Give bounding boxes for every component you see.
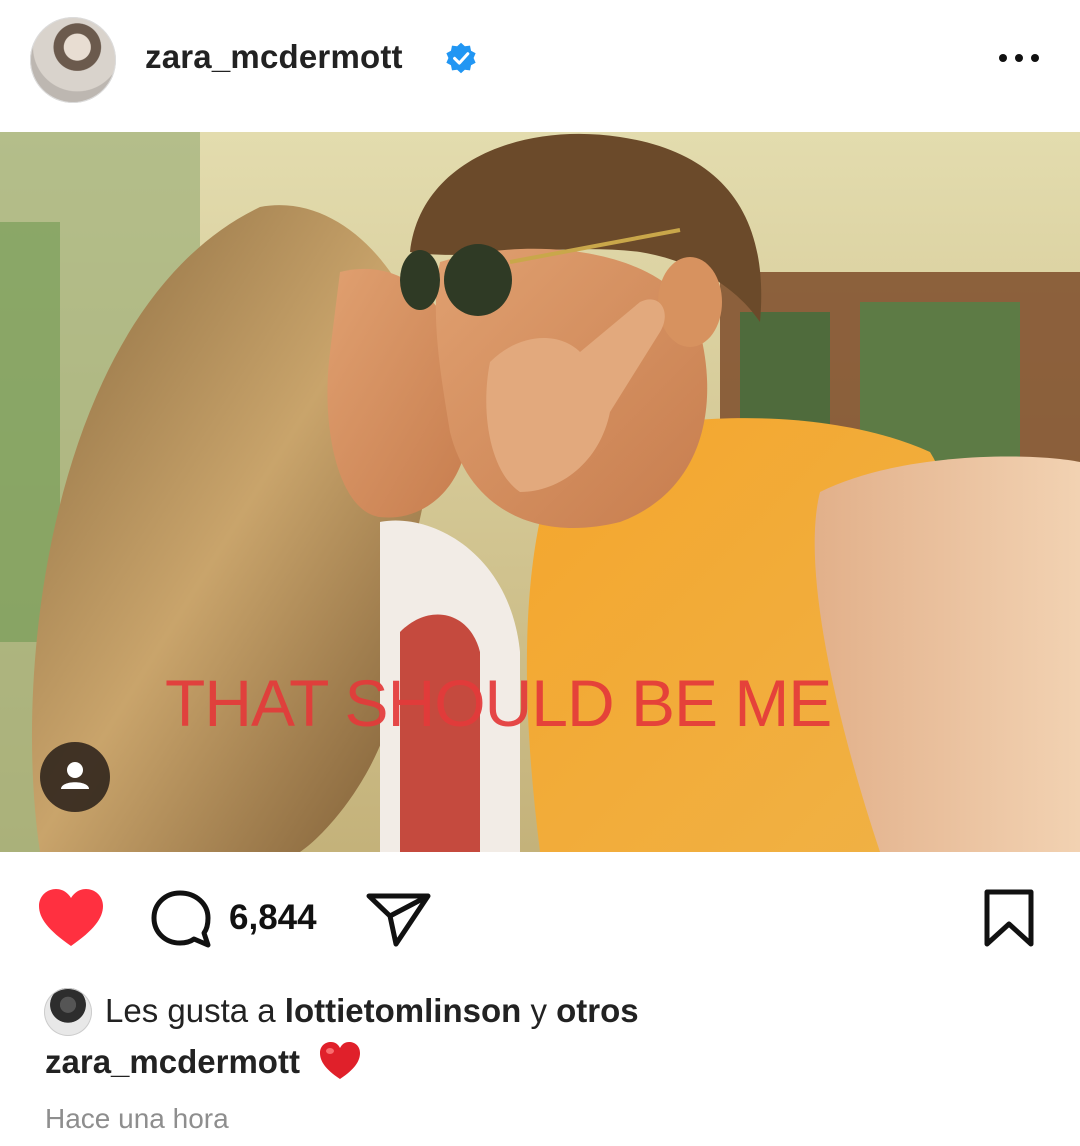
like-heart-icon[interactable] — [38, 888, 104, 948]
bookmark-icon[interactable] — [983, 888, 1035, 948]
post-caption: zara_mcdermott — [45, 1041, 361, 1081]
likes-others[interactable]: otros — [556, 992, 639, 1029]
post-header: zara_mcdermott — [0, 0, 1080, 130]
tagged-users-button[interactable] — [40, 742, 110, 812]
post-image[interactable]: THAT SHOULD BE ME — [0, 132, 1080, 852]
send-icon[interactable] — [366, 890, 432, 948]
liker-avatar[interactable] — [44, 988, 92, 1036]
likes-text[interactable]: Les gusta a lottietomlinson y otros — [105, 992, 639, 1030]
user-tag-icon — [61, 762, 89, 789]
photo-overlay-text: THAT SHOULD BE ME — [165, 666, 832, 740]
profile-avatar[interactable] — [30, 17, 116, 103]
verified-badge-icon — [446, 42, 476, 74]
comment-icon[interactable] — [150, 889, 214, 949]
liked-by-username[interactable]: lottietomlinson — [285, 992, 521, 1029]
post-timestamp: Hace una hora — [45, 1103, 229, 1134]
caption-username[interactable]: zara_mcdermott — [45, 1043, 300, 1080]
likes-summary: Les gusta a lottietomlinson y otros — [44, 988, 1044, 1038]
red-heart-emoji-icon — [320, 1042, 361, 1079]
likes-connector: y — [521, 992, 557, 1029]
likes-prefix: Les gusta a — [105, 992, 285, 1029]
more-options-icon[interactable] — [995, 44, 1043, 72]
post-username[interactable]: zara_mcdermott — [145, 38, 403, 76]
comment-count: 6,844 — [229, 898, 317, 937]
photo-illustration — [0, 132, 1080, 852]
